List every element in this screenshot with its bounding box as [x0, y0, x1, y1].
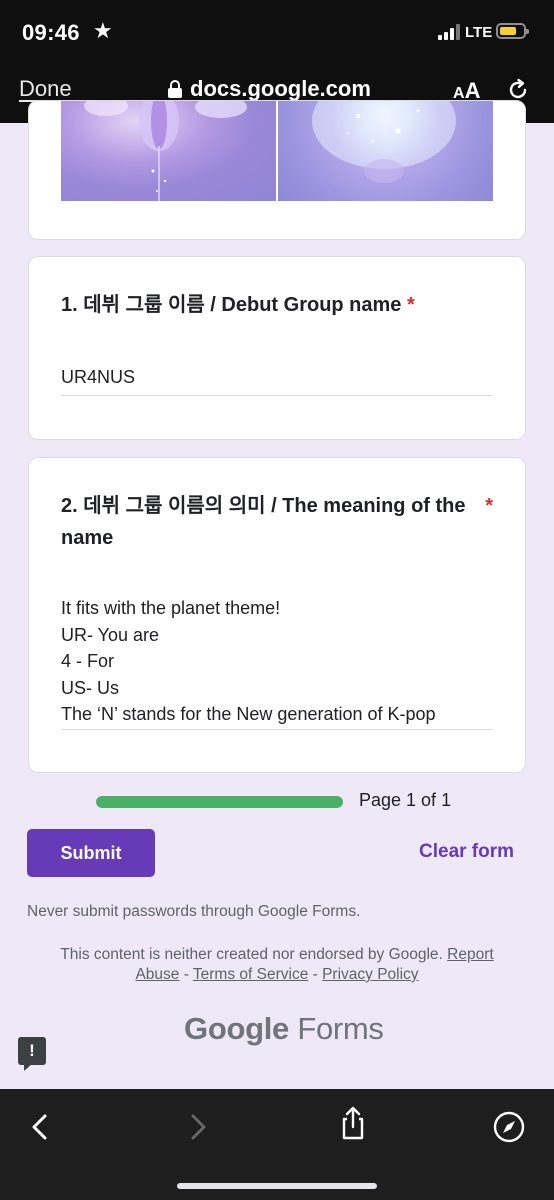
network-label: LTE [465, 24, 493, 41]
home-indicator [177, 1183, 377, 1189]
progress-fill [96, 796, 343, 808]
reload-icon[interactable] [506, 78, 530, 102]
header-image-card [28, 100, 526, 240]
page-indicator: Page 1 of 1 [359, 790, 452, 810]
share-icon[interactable] [335, 1105, 371, 1141]
required-asterisk: * [485, 495, 493, 517]
logo-google: Google [184, 1011, 289, 1046]
answer-line: 4 - For [61, 651, 115, 671]
status-time: 09:46 [22, 20, 80, 45]
question-1-title: 1. 데뷔 그룹 이름 / Debut Group name * [61, 289, 485, 321]
star-icon: ★ [93, 18, 113, 43]
orb-art-icon [312, 101, 456, 183]
answer-line: The ‘N’ stands for the New generation of… [61, 704, 436, 724]
terms-link[interactable]: Terms of Service [193, 966, 308, 983]
separator: - [308, 966, 323, 983]
answer-line: US- Us [61, 677, 119, 698]
compass-icon[interactable] [491, 1109, 527, 1145]
question-2-title: 2. 데뷔 그룹 이름의 의미 / The meaning of the nam… [61, 495, 466, 549]
lock-icon [168, 80, 182, 98]
signal-icon [438, 24, 460, 40]
google-forms-logo[interactable]: Google Forms [184, 1011, 384, 1047]
password-warning: Never submit passwords through Google Fo… [27, 903, 361, 920]
feedback-icon[interactable]: ! [18, 1037, 46, 1071]
back-icon[interactable] [22, 1109, 58, 1145]
clear-form-button[interactable]: Clear form [419, 841, 514, 863]
answer-line: UR- You are [61, 624, 160, 645]
header-image-left [61, 101, 276, 201]
separator: - [179, 966, 193, 983]
flower-art-icon [84, 101, 247, 201]
submit-button[interactable]: Submit [27, 829, 155, 877]
disclaimer-text: This content is neither created nor endo… [60, 946, 443, 963]
header-image-right [278, 101, 493, 201]
required-asterisk: * [407, 294, 415, 316]
question-card-1: 1. 데뷔 그룹 이름 / Debut Group name * UR4NUS [28, 256, 526, 440]
answer-line: It fits with the planet theme! [61, 598, 281, 618]
done-button[interactable]: Done [19, 76, 72, 102]
url-text: docs.google.com [190, 76, 371, 101]
forward-icon[interactable] [180, 1109, 216, 1145]
question-2-answer-textarea[interactable]: It fits with the planet theme! UR- You a… [61, 595, 493, 730]
question-1-answer-input[interactable]: UR4NUS [61, 364, 493, 396]
battery-icon [496, 23, 529, 39]
logo-forms: Forms [297, 1011, 384, 1046]
disclaimer: This content is neither created nor endo… [40, 945, 514, 985]
progress-bar [96, 796, 343, 808]
url-bar[interactable]: docs.google.com [168, 76, 371, 102]
privacy-link[interactable]: Privacy Policy [322, 966, 418, 983]
question-card-2: 2. 데뷔 그룹 이름의 의미 / The meaning of the nam… [28, 457, 526, 773]
question-1-title-text: 1. 데뷔 그룹 이름 / Debut Group name [61, 294, 402, 316]
